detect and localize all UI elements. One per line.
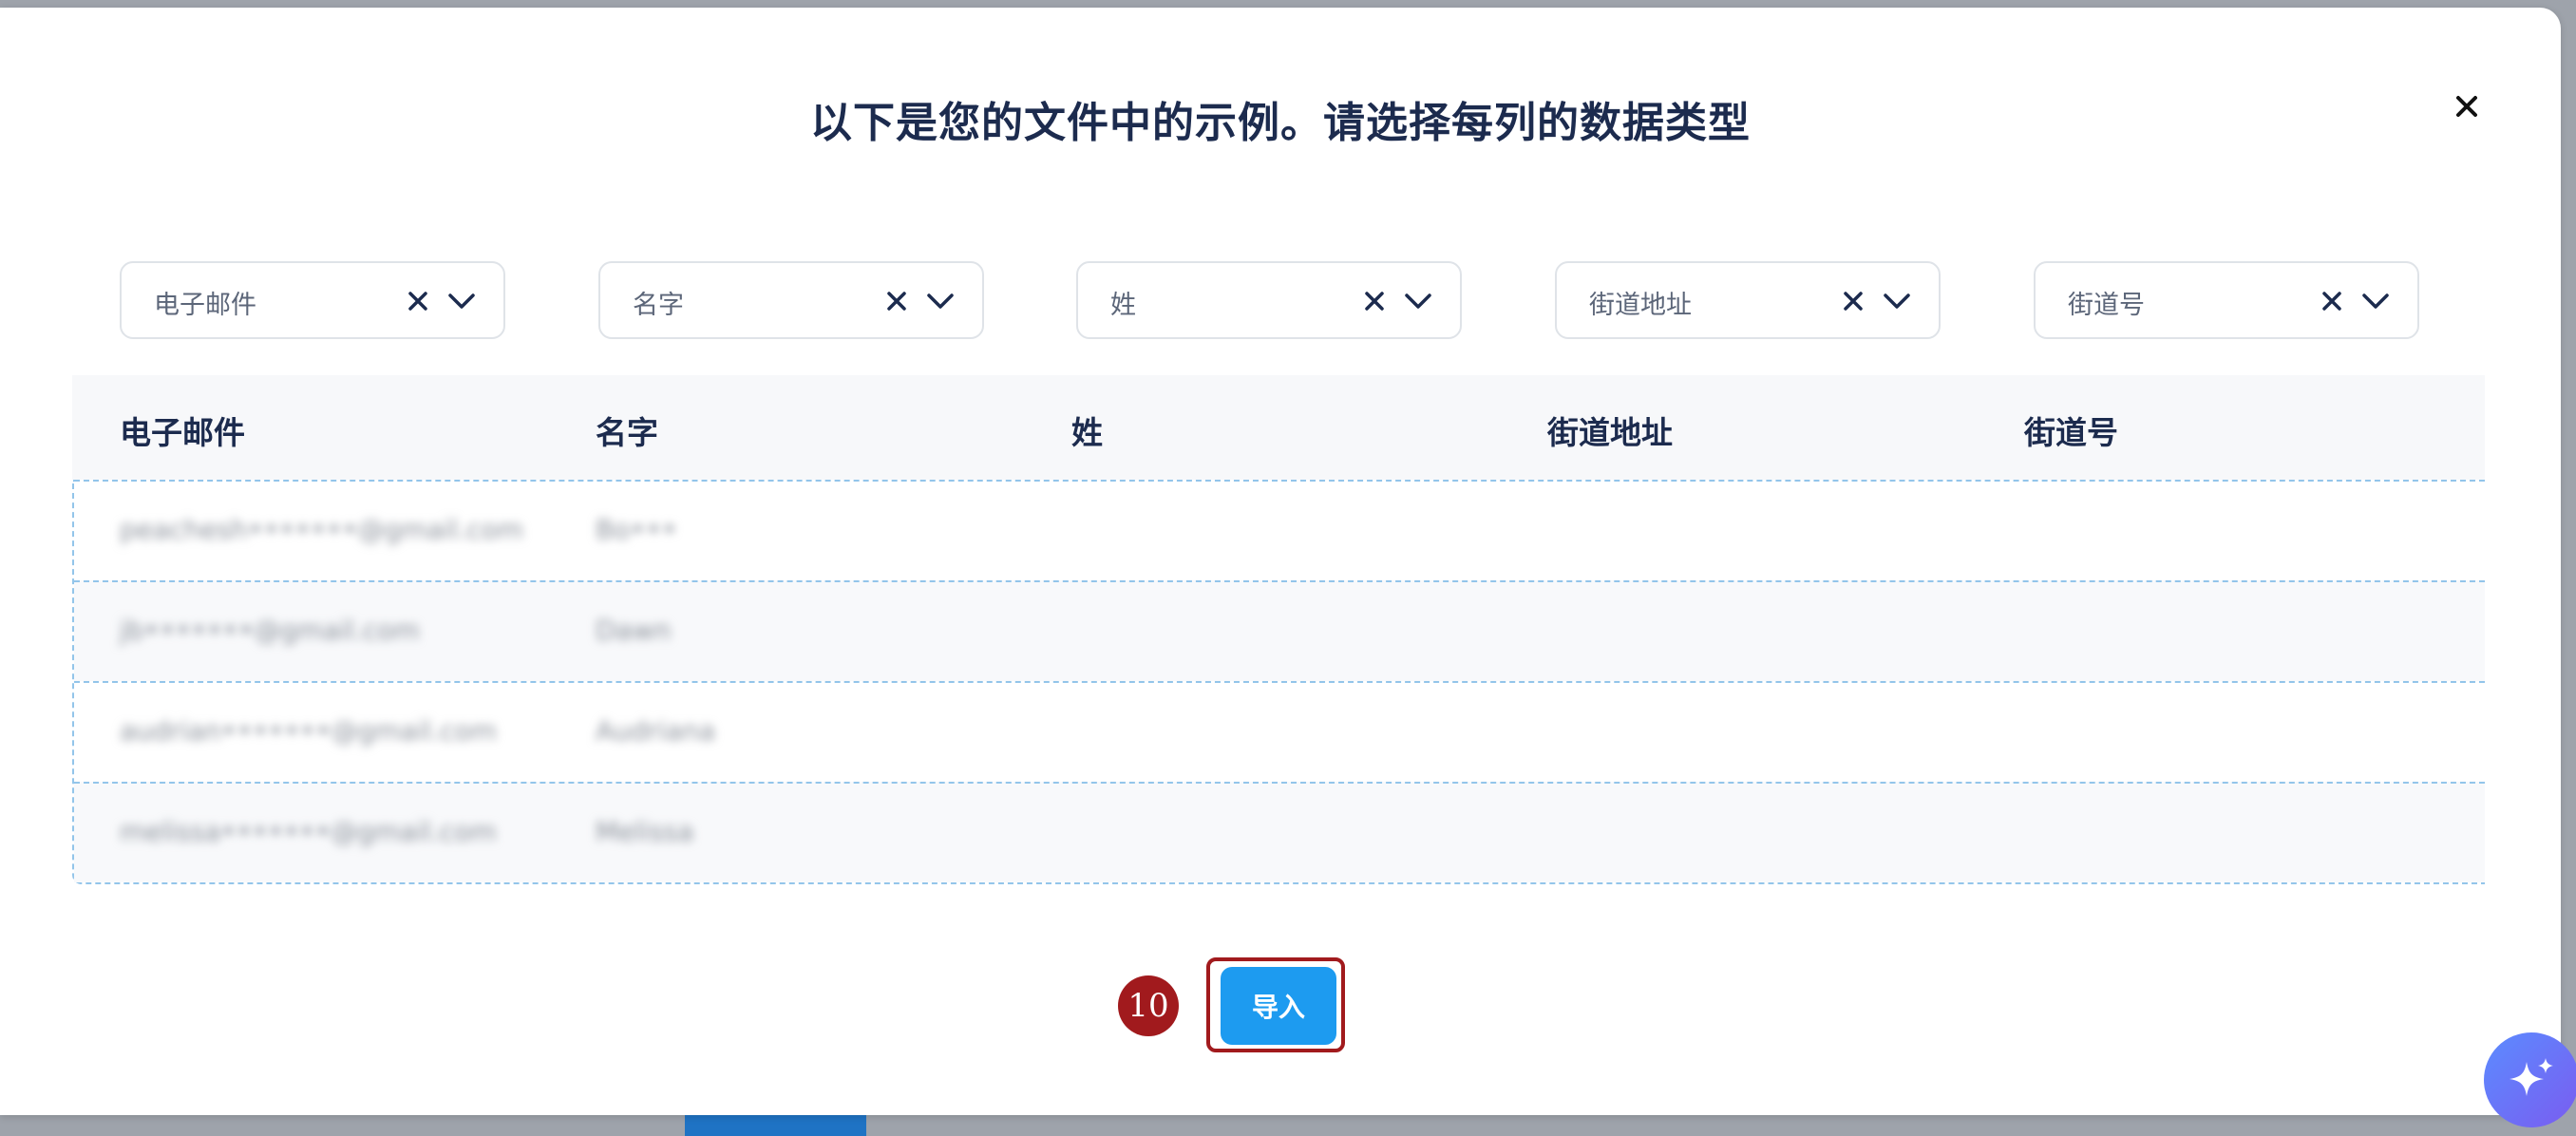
chevron-down-icon[interactable] (1878, 284, 1916, 318)
column-type-select-1[interactable]: 电子邮件 (120, 261, 505, 339)
table-row: jb•••••••@gmail.com Dawn (74, 580, 2485, 681)
column-type-select-3[interactable]: 姓 (1076, 261, 1462, 339)
cell-email: peachesh•••••••@gmail.com (120, 514, 523, 545)
clear-icon[interactable] (401, 284, 435, 318)
column-header: 姓 (1071, 414, 1103, 451)
cell-email: jb•••••••@gmail.com (120, 615, 420, 646)
table-row: audrian•••••••@gmail.com Audriana (74, 681, 2485, 782)
select-value: 姓 (1110, 291, 1136, 320)
chevron-down-icon[interactable] (921, 284, 959, 318)
table-row: peachesh•••••••@gmail.com Bo••• (74, 480, 2485, 580)
table-body: peachesh•••••••@gmail.com Bo••• jb••••••… (72, 480, 2485, 884)
column-type-select-5[interactable]: 街道号 (2034, 261, 2419, 339)
clear-icon[interactable] (1357, 284, 1392, 318)
select-value: 名字 (633, 291, 684, 320)
chevron-down-icon[interactable] (1399, 284, 1437, 318)
select-value: 街道号 (2068, 291, 2145, 320)
select-value: 电子邮件 (154, 291, 256, 320)
column-type-select-2[interactable]: 名字 (598, 261, 984, 339)
column-header: 名字 (596, 414, 658, 451)
sparkle-icon (2510, 1058, 2553, 1096)
step-badge: 10 (1118, 975, 1179, 1036)
modal-title: 以下是您的文件中的示例。请选择每列的数据类型 (810, 99, 1751, 147)
clear-icon[interactable] (880, 284, 914, 318)
cell-email: audrian•••••••@gmail.com (120, 715, 497, 747)
column-header: 街道地址 (1547, 414, 1673, 451)
chevron-down-icon[interactable] (2357, 284, 2395, 318)
preview-table: 电子邮件 名字 姓 街道地址 街道号 peachesh•••••••@gmail… (72, 375, 2485, 884)
import-button[interactable]: 导入 (1221, 967, 1336, 1045)
table-header: 电子邮件 名字 姓 街道地址 街道号 (72, 375, 2485, 480)
table-row: melissa•••••••@gmail.com Melissa (74, 782, 2485, 882)
cell-first-name: Audriana (596, 715, 716, 747)
ai-assistant-button[interactable] (2484, 1032, 2576, 1127)
clear-icon[interactable] (1836, 284, 1870, 318)
column-type-select-4[interactable]: 街道地址 (1555, 261, 1941, 339)
cell-first-name: Dawn (596, 615, 672, 646)
close-button[interactable] (2446, 85, 2488, 127)
cell-first-name: Melissa (596, 816, 694, 847)
cell-first-name: Bo••• (596, 514, 677, 545)
column-header: 电子邮件 (120, 414, 245, 451)
import-preview-modal: 以下是您的文件中的示例。请选择每列的数据类型 电子邮件 名字 姓 街道地址 街道… (0, 8, 2561, 1115)
close-icon (2456, 96, 2477, 117)
column-header: 街道号 (2024, 414, 2118, 451)
cell-email: melissa•••••••@gmail.com (120, 816, 497, 847)
clear-icon[interactable] (2315, 284, 2349, 318)
chevron-down-icon[interactable] (443, 284, 481, 318)
select-value: 街道地址 (1589, 291, 1692, 320)
